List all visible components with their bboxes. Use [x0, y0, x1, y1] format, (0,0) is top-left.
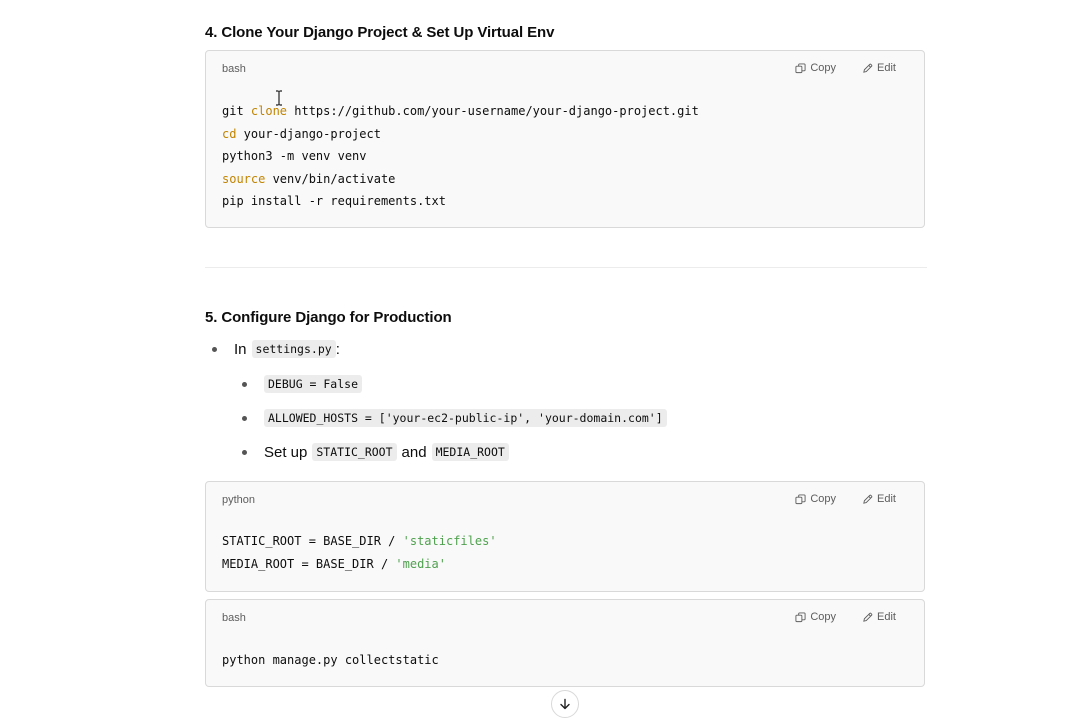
bullet-dot: [212, 346, 217, 352]
code-language-label: bash: [222, 63, 246, 75]
edit-button[interactable]: Edit: [862, 493, 896, 505]
edit-button[interactable]: Edit: [862, 611, 896, 623]
code-line: python manage.py collectstatic: [222, 653, 439, 667]
inline-code: MEDIA_ROOT: [431, 443, 509, 461]
edit-icon: [863, 612, 873, 622]
inline-code: settings.py: [251, 340, 336, 358]
code-line: source venv/bin/activate: [222, 171, 396, 186]
edit-button-label: Edit: [877, 611, 896, 623]
inline-code: STATIC_ROOT: [312, 443, 397, 461]
code-line: pip install -r requirements.txt: [222, 194, 446, 209]
copy-icon: [795, 62, 806, 73]
scroll-to-bottom-button[interactable]: [551, 690, 579, 718]
code-content[interactable]: STATIC_ROOT = BASE_DIR / 'staticfiles' M…: [222, 530, 497, 575]
inline-code: DEBUG = False: [264, 375, 363, 393]
code-language-label: bash: [222, 612, 246, 624]
section-divider: [205, 267, 927, 268]
edit-icon: [863, 494, 873, 504]
code-block-actions: Copy Edit: [795, 493, 896, 505]
section-5-heading: 5. Configure Django for Production: [205, 309, 452, 326]
list-item-settings: In settings.py :: [212, 340, 340, 358]
edit-icon: [863, 63, 873, 73]
copy-button-label: Copy: [810, 62, 837, 74]
section-4-heading: 4. Clone Your Django Project & Set Up Vi…: [205, 24, 555, 41]
code-block-actions: Copy Edit: [795, 611, 896, 623]
list-item-static-media: Set up STATIC_ROOT and MEDIA_ROOT: [242, 443, 509, 461]
copy-button[interactable]: Copy: [795, 611, 836, 623]
code-line: python3 -m venv venv: [222, 149, 367, 164]
copy-button[interactable]: Copy: [795, 62, 836, 74]
python-code-block: python Copy Edit STATIC_ROOT = BASE_DIR …: [205, 481, 925, 592]
edit-button[interactable]: Edit: [862, 62, 896, 74]
bullet-dot: [242, 449, 247, 455]
inline-code: ALLOWED_HOSTS = ['your-ec2-public-ip', '…: [264, 409, 667, 427]
copy-icon: [795, 493, 806, 504]
list-item-allowed-hosts: ALLOWED_HOSTS = ['your-ec2-public-ip', '…: [242, 409, 667, 427]
copy-button-label: Copy: [810, 611, 837, 623]
code-language-label: python: [222, 494, 256, 506]
code-line: STATIC_ROOT = BASE_DIR / 'staticfiles': [222, 534, 497, 548]
list-item-debug: DEBUG = False: [242, 375, 363, 393]
code-line: git clone https://github.com/your-userna…: [222, 104, 699, 118]
arrow-down-icon: [560, 698, 570, 710]
copy-button[interactable]: Copy: [795, 493, 836, 505]
edit-button-label: Edit: [877, 493, 896, 505]
text-cursor-icon: [276, 90, 282, 106]
bullet-dot: [242, 381, 247, 387]
bullet-dot: [242, 415, 247, 421]
code-content[interactable]: python manage.py collectstatic: [222, 649, 439, 672]
bash-code-block-clone: bash Copy Edit git clone https://github.…: [205, 50, 925, 228]
code-line: MEDIA_ROOT = BASE_DIR / 'media': [222, 556, 446, 571]
code-line: cd your-django-project: [222, 126, 381, 141]
edit-button-label: Edit: [877, 62, 896, 74]
copy-icon: [795, 611, 806, 622]
code-content[interactable]: git clone https://github.com/your-userna…: [222, 100, 699, 213]
copy-button-label: Copy: [810, 493, 837, 505]
code-block-actions: Copy Edit: [795, 62, 896, 74]
bash-code-block-collectstatic: bash Copy Edit python manage.py collects…: [205, 599, 925, 687]
